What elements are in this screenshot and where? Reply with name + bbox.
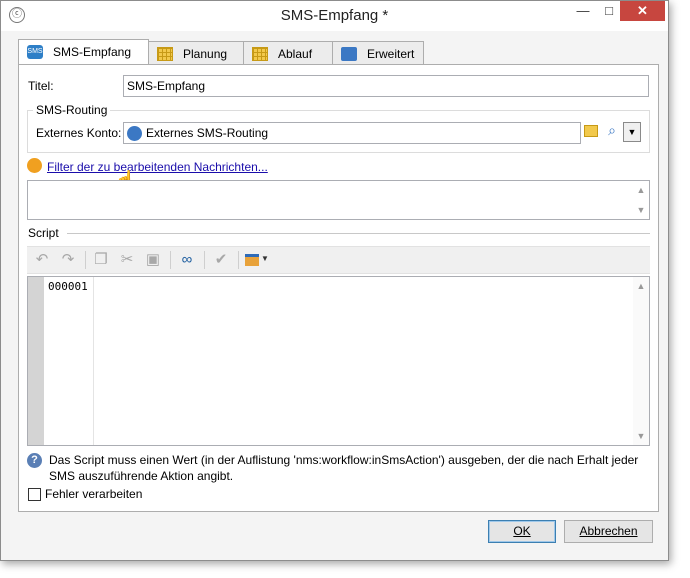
sms-icon: SMS — [27, 45, 43, 59]
tab-panel: Titel: SMS-Empfang SMS-Routing Externes … — [18, 64, 659, 512]
editor-gutter-divider — [93, 277, 94, 445]
tab-label: Ablauf — [278, 46, 313, 61]
undo-icon[interactable]: ↶ — [32, 250, 52, 270]
check-icon[interactable]: ✔ — [211, 250, 231, 270]
insert-field-icon[interactable] — [245, 254, 259, 266]
folder-icon[interactable] — [584, 125, 598, 137]
help-icon: ? — [27, 453, 42, 468]
filter-textarea[interactable]: ▲ ▼ — [27, 180, 650, 220]
clipboard-icon — [341, 46, 357, 61]
error-checkbox-label[interactable]: Fehler verarbeiten — [45, 487, 142, 501]
search-icon[interactable]: ⌕ — [603, 122, 621, 142]
copy-icon[interactable]: ❐ — [91, 250, 111, 270]
tab-erweitert[interactable]: Erweitert — [332, 41, 424, 65]
scroll-up-icon[interactable]: ▲ — [633, 279, 649, 293]
help-text-line1: Das Script muss einen Wert (in der Aufli… — [49, 453, 639, 467]
cut-icon[interactable]: ✂ — [117, 250, 137, 270]
paste-icon[interactable]: ▣ — [143, 250, 163, 270]
filter-scrollbar[interactable]: ▲ ▼ — [633, 181, 649, 219]
window-title: SMS-Empfang * — [280, 7, 389, 24]
ok-button[interactable]: OK — [488, 520, 556, 543]
scroll-up-icon[interactable]: ▲ — [633, 183, 649, 197]
filter-link[interactable]: Filter der zu bearbeitenden Nachrichten.… — [47, 160, 268, 174]
cancel-button[interactable]: Abbrechen — [564, 520, 653, 543]
editor-scrollbar[interactable]: ▲ ▼ — [633, 277, 649, 445]
status-dot — [27, 158, 42, 173]
chevron-down-icon[interactable]: ▼ — [261, 254, 269, 263]
toolbar-separator — [85, 251, 86, 269]
scroll-down-icon[interactable]: ▼ — [633, 429, 649, 443]
account-field[interactable]: Externes SMS-Routing — [123, 122, 581, 144]
error-checkbox[interactable] — [28, 488, 41, 501]
tab-label: Planung — [183, 46, 228, 61]
script-editor[interactable]: 000001 ▲ ▼ — [27, 276, 650, 446]
script-toolbar: ↶ ↷ ❐ ✂ ▣ ∞ ✔ ▼ — [27, 246, 650, 274]
title-bar: ⓒ SMS-Empfang * — □ ✕ — [1, 1, 668, 31]
dropdown-button[interactable]: ▼ — [623, 122, 641, 142]
toolbar-separator — [170, 251, 171, 269]
calendar-icon — [252, 46, 268, 61]
toolbar-separator — [204, 251, 205, 269]
tab-ablauf[interactable]: Ablauf — [243, 41, 333, 65]
account-label: Externes Konto: — [36, 126, 122, 140]
tab-sms-empfang[interactable]: SMS SMS-Empfang — [18, 39, 149, 64]
scroll-down-icon[interactable]: ▼ — [633, 203, 649, 217]
account-field-value: Externes SMS-Routing — [146, 126, 269, 140]
title-input-value: SMS-Empfang — [127, 79, 206, 93]
binoculars-icon[interactable]: ∞ — [177, 250, 197, 270]
editor-gutter — [28, 277, 44, 445]
title-label: Titel: — [28, 79, 54, 93]
sms-routing-title: SMS-Routing — [33, 103, 111, 117]
dialog-window: ⓒ SMS-Empfang * — □ ✕ SMS SMS-Empfang Pl… — [0, 0, 669, 561]
script-label: Script — [28, 226, 59, 240]
title-input[interactable]: SMS-Empfang — [123, 75, 649, 97]
line-number: 000001 — [48, 280, 88, 293]
close-button[interactable]: ✕ — [620, 1, 665, 21]
tab-label: SMS-Empfang — [53, 45, 132, 59]
ok-button-label: OK — [513, 524, 531, 538]
routing-gear-icon — [127, 125, 142, 141]
cancel-button-label: Abbrechen — [579, 524, 638, 538]
calendar-icon — [157, 46, 173, 61]
tab-planung[interactable]: Planung — [148, 41, 244, 65]
toolbar-separator — [238, 251, 239, 269]
maximize-button[interactable]: □ — [596, 1, 622, 21]
script-separator — [67, 233, 650, 234]
help-text-line2: SMS auszuführende Aktion angibt. — [49, 469, 234, 483]
minimize-button[interactable]: — — [570, 1, 596, 21]
redo-icon[interactable]: ↷ — [58, 250, 78, 270]
tab-label: Erweitert — [367, 46, 415, 61]
